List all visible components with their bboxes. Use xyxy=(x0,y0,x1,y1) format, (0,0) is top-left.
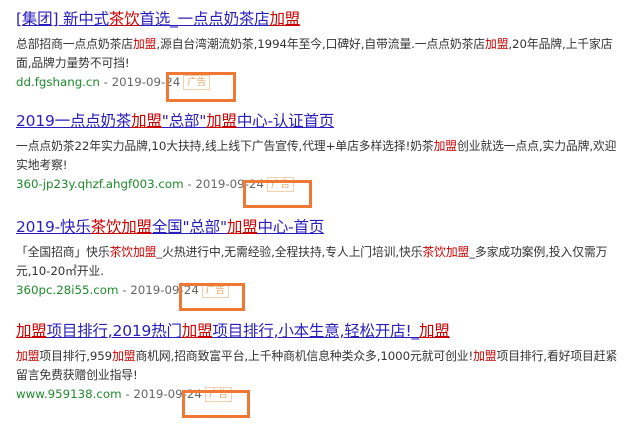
search-results: [集团] 新中式茶饮首选_一点点奶茶店加盟 总部招商一点点奶茶店加盟,源自台湾潮… xyxy=(16,8,621,404)
result-url[interactable]: 360-jp23y.qhzf.ahgf003.com xyxy=(16,177,184,191)
result-title[interactable]: [集团] 新中式茶饮首选_一点点奶茶店加盟 xyxy=(16,8,621,30)
result-date: 2019-09-24 xyxy=(130,283,199,297)
result-date: 2019-09-24 xyxy=(133,387,202,401)
title-segment[interactable]: [集团] 新中式 xyxy=(16,10,109,28)
abstract-keyword: 加盟 xyxy=(132,37,157,51)
title-keyword[interactable]: 加盟 xyxy=(131,112,162,130)
ad-result-4: 加盟项目排行,2019热门加盟项目排行,小本生意,轻松开店!_加盟 加盟项目排行… xyxy=(16,320,621,404)
title-keyword[interactable]: 加盟 xyxy=(182,322,213,340)
title-segment[interactable]: 项目排行,2019热门 xyxy=(47,322,182,340)
title-keyword[interactable]: 加盟 xyxy=(227,218,258,236)
abstract-segment: 总部招商一点点奶茶店 xyxy=(16,37,133,51)
abstract-segment: 「全国招商」快乐 xyxy=(16,245,110,259)
ad-badge: 广告 xyxy=(266,177,294,192)
meta-separator: - xyxy=(118,283,131,297)
title-segment[interactable]: 项目排行,小本生意,轻松开店!_ xyxy=(212,322,419,340)
title-keyword[interactable]: 加盟 xyxy=(269,10,300,28)
abstract-segment: 项目排行,959 xyxy=(39,349,113,363)
title-segment[interactable]: "总部" xyxy=(162,112,207,130)
result-url[interactable]: www.959138.com xyxy=(16,387,122,401)
result-date: 2019-09-24 xyxy=(195,177,264,191)
result-title[interactable]: 2019一点点奶茶加盟"总部"加盟中心-认证首页 xyxy=(16,110,621,132)
abstract-segment: ,源自台湾潮流奶茶,1994年至今,口碑好,自带流量.一点点奶茶店 xyxy=(156,37,485,51)
meta-separator: - xyxy=(121,387,134,401)
title-segment[interactable]: 中心-认证首页 xyxy=(237,112,334,130)
result-meta: 360-jp23y.qhzf.ahgf003.com - 2019-09-24 广… xyxy=(16,175,621,194)
title-segment[interactable]: 2019一点点奶茶 xyxy=(16,112,131,130)
title-segment[interactable]: 2019-快乐 xyxy=(16,218,91,236)
title-keyword[interactable]: 加盟 xyxy=(206,112,237,130)
title-segment[interactable]: 全国"总部" xyxy=(152,218,227,236)
result-abstract: 加盟项目排行,959加盟商机网,招商致富平台,上千种商机信息种类众多,1000元… xyxy=(16,347,621,385)
result-date: 2019-09-24 xyxy=(111,75,181,89)
result-abstract: 总部招商一点点奶茶店加盟,源自台湾潮流奶茶,1994年至今,口碑好,自带流量.一… xyxy=(16,35,621,73)
result-meta: dd.fgshang.cn - 2019-09-24 广告 xyxy=(16,73,621,92)
title-segment[interactable]: 首选_一点点奶茶店 xyxy=(140,10,270,28)
title-segment[interactable]: 中心-首页 xyxy=(258,218,325,236)
result-abstract: 一点点奶茶22年实力品牌,10大扶持,线上线下广告宣传,代理+单店多样选择!奶茶… xyxy=(16,137,621,175)
ad-badge: 广告 xyxy=(201,283,229,298)
abstract-keyword: 茶饮加盟 xyxy=(422,245,470,259)
title-keyword[interactable]: 加盟 xyxy=(419,322,450,340)
abstract-keyword: 加盟 xyxy=(433,139,458,153)
abstract-keyword: 加盟 xyxy=(16,349,40,363)
result-url[interactable]: 360pc.28i55.com xyxy=(16,283,119,297)
abstract-keyword: 加盟 xyxy=(485,37,509,51)
abstract-keyword: 茶饮加盟 xyxy=(109,245,157,259)
result-abstract: 「全国招商」快乐茶饮加盟_火热进行中,无需经验,全程扶持,专人上门培训,快乐茶饮… xyxy=(16,243,621,281)
abstract-keyword: 加盟 xyxy=(112,349,136,363)
ad-badge: 广告 xyxy=(204,387,232,402)
ad-badge: 广告 xyxy=(183,75,211,90)
title-keyword[interactable]: 茶饮加盟 xyxy=(91,218,152,236)
result-title[interactable]: 加盟项目排行,2019热门加盟项目排行,小本生意,轻松开店!_加盟 xyxy=(16,320,621,342)
ad-result-2: 2019一点点奶茶加盟"总部"加盟中心-认证首页 一点点奶茶22年实力品牌,10… xyxy=(16,110,621,194)
abstract-segment: 商机网,招商致富平台,上千种商机信息种类众多,1000元就可创业! xyxy=(135,349,474,363)
title-keyword[interactable]: 加盟 xyxy=(16,322,47,340)
result-meta: 360pc.28i55.com - 2019-09-24 广告 xyxy=(16,281,621,300)
result-title[interactable]: 2019-快乐茶饮加盟全国"总部"加盟中心-首页 xyxy=(16,216,621,238)
meta-separator: - xyxy=(99,75,112,89)
ad-result-1: [集团] 新中式茶饮首选_一点点奶茶店加盟 总部招商一点点奶茶店加盟,源自台湾潮… xyxy=(16,8,621,92)
title-keyword[interactable]: 茶饮 xyxy=(109,10,140,28)
abstract-keyword: 加盟 xyxy=(473,349,497,363)
ad-result-3: 2019-快乐茶饮加盟全国"总部"加盟中心-首页 「全国招商」快乐茶饮加盟_火热… xyxy=(16,216,621,300)
abstract-segment: _火热进行中,无需经验,全程扶持,专人上门培训,快乐 xyxy=(156,245,423,259)
result-meta: www.959138.com - 2019-09-24 广告 xyxy=(16,385,621,404)
result-url[interactable]: dd.fgshang.cn xyxy=(16,75,100,89)
meta-separator: - xyxy=(183,177,196,191)
abstract-segment: 一点点奶茶22年实力品牌,10大扶持,线上线下广告宣传,代理+单店多样选择!奶茶 xyxy=(16,139,434,153)
